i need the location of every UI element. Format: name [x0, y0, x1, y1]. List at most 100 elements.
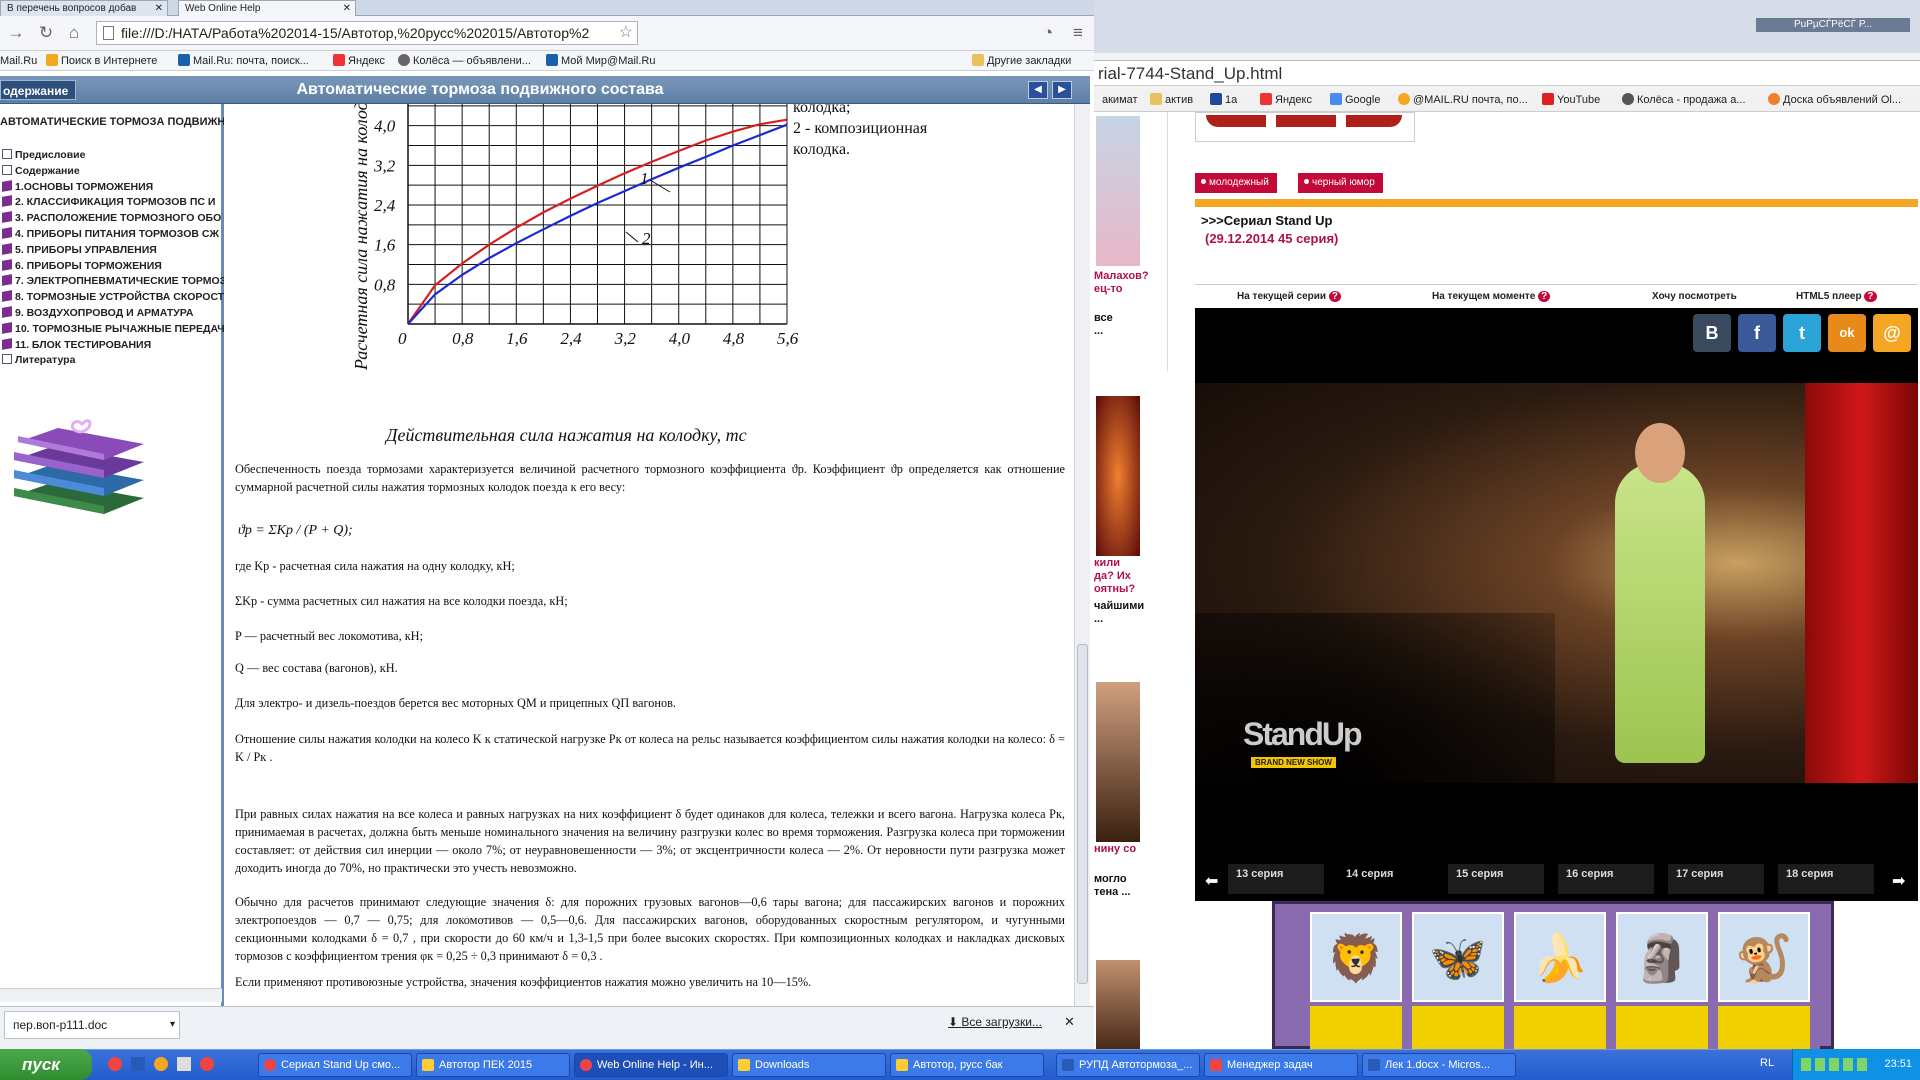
taskbar-item[interactable]: Downloads [732, 1053, 886, 1077]
bookmark-item[interactable]: Колёса — объявлени... [398, 54, 531, 68]
bookmark-item[interactable]: Колёса - продажа а... [1622, 93, 1746, 107]
vk-share-button[interactable]: В [1693, 314, 1731, 352]
teaser-text[interactable]: все... [1094, 312, 1170, 338]
twitter-share-button[interactable]: t [1783, 314, 1821, 352]
reload-icon[interactable]: ↻ [36, 23, 56, 43]
video-tab[interactable]: На текущем моменте ? [1432, 291, 1551, 302]
home-icon[interactable]: ⌂ [64, 23, 84, 43]
mail-share-button[interactable]: @ [1873, 314, 1911, 352]
taskbar-item[interactable]: РУПД Автотормоза_... [1056, 1053, 1200, 1077]
toc-item[interactable]: 7. ЭЛЕКТРОПНЕВМАТИЧЕСКИЕ ТОРМОЗ [2, 274, 224, 288]
language-indicator[interactable]: RL [1760, 1057, 1774, 1069]
menu-icon[interactable]: ≡ [1068, 23, 1088, 43]
next-episodes-arrow[interactable]: ➡ [1892, 871, 1905, 891]
toc-item[interactable]: Предисловие [2, 148, 224, 162]
extension-icon[interactable]: ◔ [1038, 23, 1058, 43]
close-icon[interactable]: ✕ [155, 1, 163, 16]
prev-page-button[interactable]: ◀ [1028, 81, 1048, 99]
forward-icon[interactable]: → [6, 23, 26, 43]
episode-item[interactable]: 17 серия [1668, 864, 1764, 894]
toc-item[interactable]: 9. ВОЗДУХОПРОВОД И АРМАТУРА [2, 306, 224, 320]
bookmark-item[interactable]: Поиск в Интернете [46, 54, 157, 68]
taskbar-item[interactable]: Сериал Stand Up смо... [258, 1053, 412, 1077]
episode-item[interactable]: 13 серия [1228, 864, 1324, 894]
teaser-image[interactable] [1096, 682, 1140, 842]
other-bookmarks[interactable]: Другие закладки [972, 54, 1071, 68]
toc-item[interactable]: Литература [2, 353, 224, 367]
episode-item[interactable]: 15 серия [1448, 864, 1544, 894]
toc-item[interactable]: 10. ТОРМОЗНЫЕ РЫЧАЖНЫЕ ПЕРЕДАЧ [2, 321, 224, 336]
bookmark-item[interactable]: актив [1150, 93, 1193, 107]
contents-tab[interactable]: одержание [0, 80, 76, 100]
episode-item[interactable]: 16 серия [1558, 864, 1654, 894]
download-item[interactable]: пер.воп-р111.doc ▾ [4, 1011, 180, 1039]
toc-item[interactable]: 4. ПРИБОРЫ ПИТАНИЯ ТОРМОЗОВ СЖ [2, 227, 224, 241]
avast-icon[interactable] [154, 1057, 169, 1071]
teaser-text[interactable]: Малахов? ец-то [1094, 270, 1170, 296]
scrollbar-thumb[interactable] [1077, 644, 1088, 984]
chrome-icon[interactable] [108, 1057, 122, 1071]
bookmark-item[interactable]: Mail.Ru [0, 54, 37, 68]
teaser-image[interactable] [1096, 960, 1140, 1049]
banner[interactable] [1195, 112, 1415, 142]
toc-root[interactable]: АВТОМАТИЧЕСКИЕ ТОРМОЗА ПОДВИЖНО [0, 116, 224, 128]
bookmark-item[interactable]: Google [1330, 93, 1380, 107]
tab-inactive[interactable]: В перечень вопросов добав ✕ [0, 0, 168, 16]
word-icon[interactable] [131, 1057, 146, 1071]
bookmark-item[interactable]: @MAIL.RU почта, по... [1398, 93, 1528, 107]
toc-item[interactable]: 2. КЛАССИФИКАЦИЯ ТОРМОЗОВ ПС И [2, 195, 224, 209]
ok-share-button[interactable]: ok [1828, 314, 1866, 352]
start-button[interactable]: пуск [0, 1049, 92, 1080]
bookmark-item[interactable]: Мой Мир@Mail.Ru [546, 54, 655, 68]
toc-item[interactable]: 8. ТОРМОЗНЫЕ УСТРОЙСТВА СКОРОСТ [2, 290, 224, 304]
video-tab[interactable]: HTML5 плеер ? [1796, 291, 1877, 302]
teaser-image[interactable] [1096, 396, 1140, 556]
chrome-icon[interactable] [200, 1057, 215, 1071]
toc-horizontal-scrollbar[interactable] [0, 988, 222, 1002]
prev-episodes-arrow[interactable]: ⬅ [1205, 871, 1218, 891]
all-downloads-link[interactable]: ⬇ Все загрузки... [948, 1015, 1042, 1029]
bookmark-item[interactable]: 1а [1210, 93, 1237, 107]
bookmark-item[interactable]: акимат [1102, 93, 1138, 107]
episode-item[interactable]: 18 серия [1778, 864, 1874, 894]
series-title[interactable]: >>>Сериал Stand Up [1201, 213, 1332, 228]
video-tab[interactable]: На текущей серии ? [1237, 291, 1341, 302]
bookmark-item[interactable]: Mail.Ru: почта, поиск... [178, 54, 309, 68]
bookmark-item[interactable]: Яндекс [333, 54, 385, 68]
close-icon[interactable]: ✕ [1064, 1014, 1075, 1030]
taskbar-item[interactable]: Менеджер задач [1204, 1053, 1358, 1077]
right-address-bar[interactable]: rial-7744-Stand_Up.html [1094, 60, 1920, 86]
genre-tag[interactable]: черный юмор [1298, 173, 1383, 193]
taskbar-item-active[interactable]: Web Online Help - Ин... [574, 1053, 728, 1077]
close-icon[interactable]: ✕ [343, 1, 351, 16]
teaser-text[interactable]: нину со [1094, 843, 1170, 856]
taskbar-item[interactable]: Автотор ПЕК 2015 [416, 1053, 570, 1077]
bookmark-item[interactable]: Яндекс [1260, 93, 1312, 107]
episode-item[interactable]: 14 серия [1338, 864, 1434, 894]
teaser-text[interactable]: чайшими... [1094, 600, 1170, 626]
toc-item[interactable]: 3. РАСПОЛОЖЕНИЕ ТОРМОЗНОГО ОБО [2, 211, 224, 225]
taskbar-item[interactable]: Лек 1.docx - Micros... [1362, 1053, 1516, 1077]
tab-active[interactable]: Web Online Help ✕ [178, 0, 356, 16]
chevron-down-icon[interactable]: ▾ [170, 1012, 175, 1038]
toc-item[interactable]: 1.ОСНОВЫ ТОРМОЖЕНИЯ [2, 179, 224, 194]
address-bar[interactable]: file:///D:/НАТА/Работа%202014-15/Автотор… [96, 21, 638, 45]
toc-item[interactable]: 6. ПРИБОРЫ ТОРМОЖЕНИЯ [2, 258, 224, 273]
content-scrollbar[interactable] [1074, 104, 1090, 1006]
facebook-share-button[interactable]: f [1738, 314, 1776, 352]
bookmark-item[interactable]: YouTube [1542, 93, 1600, 107]
toc-item[interactable]: 5. ПРИБОРЫ УПРАВЛЕНИЯ [2, 242, 224, 257]
teaser-text[interactable]: могло тена ... [1094, 873, 1170, 899]
tray-icons[interactable] [1801, 1058, 1871, 1071]
teaser-text[interactable]: кили да? Их оятны? [1094, 557, 1170, 596]
taskbar-item[interactable]: Автотор, русс бак [890, 1053, 1044, 1077]
next-page-button[interactable]: ▶ [1052, 81, 1072, 99]
genre-tag[interactable]: молодежный [1195, 173, 1277, 193]
app-icon[interactable] [177, 1057, 192, 1071]
video-tab[interactable]: Хочу посмотреть [1652, 291, 1737, 302]
toc-item[interactable]: 11. БЛОК ТЕСТИРОВАНИЯ [2, 337, 224, 352]
bookmark-item[interactable]: Доска объявлений Ol... [1768, 93, 1901, 107]
star-icon[interactable]: ☆ [619, 22, 633, 44]
teaser-image[interactable] [1096, 116, 1140, 266]
toc-item[interactable]: Содержание [2, 164, 224, 178]
